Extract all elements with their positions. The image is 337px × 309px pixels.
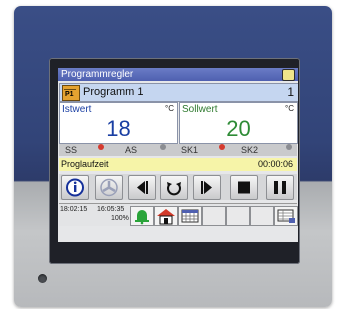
fan-button[interactable]: [95, 175, 123, 200]
step-forward-button[interactable]: [193, 175, 221, 200]
alarm-button[interactable]: [130, 206, 154, 226]
runtime-bar: Proglaufzeit 00:00:06: [59, 158, 297, 171]
window-title: Programmregler: [61, 69, 134, 80]
stop-icon: [238, 181, 250, 194]
fan-icon: [100, 178, 118, 197]
status-label-sk2: SK2: [241, 145, 259, 155]
home-icon: [157, 209, 175, 225]
status-bar: SS AS SK1 SK2: [59, 144, 297, 156]
home-button[interactable]: [154, 206, 178, 226]
status-led-ss: [98, 144, 104, 150]
program-selector[interactable]: P1 Programm 1 1: [59, 83, 298, 102]
power-percent: 100%: [111, 215, 129, 222]
setpoint-unit: °C: [285, 104, 294, 113]
sensor-lens: [38, 274, 47, 283]
log-table-icon: [277, 209, 295, 223]
program-number: 1: [287, 85, 294, 99]
status-label-ss: SS: [65, 145, 78, 155]
step-back-button[interactable]: [128, 175, 156, 200]
setpoint-panel[interactable]: Sollwert °C 20: [179, 102, 298, 144]
status-label-as: AS: [125, 145, 138, 155]
footer-bar: 18:02:15 16:05:35 100%: [59, 203, 298, 226]
runtime-value: 00:00:06: [257, 159, 293, 169]
actual-value-unit: °C: [165, 104, 174, 113]
actual-value-panel: Istwert °C 18: [59, 102, 178, 144]
calendar-icon: [181, 209, 199, 223]
empty-slot: [226, 206, 250, 226]
step-back-icon: [137, 181, 148, 194]
calendar-button[interactable]: [178, 206, 202, 226]
cycle-icon: [167, 182, 181, 196]
stop-button[interactable]: [230, 175, 258, 200]
status-led-as: [160, 144, 166, 150]
window-menu-icon[interactable]: [282, 69, 295, 81]
process-time: 16:05:35: [97, 206, 125, 213]
setpoint-value: 20: [226, 116, 251, 141]
bell-icon: [135, 210, 149, 225]
info-button[interactable]: [61, 175, 89, 200]
program-label: Programm 1: [83, 86, 144, 98]
empty-slot: [202, 206, 226, 226]
setpoint-label: Sollwert: [182, 104, 218, 115]
runtime-label: Proglaufzeit: [61, 159, 109, 169]
status-led-sk1: [219, 144, 225, 150]
clock-time: 18:02:15: [60, 206, 88, 213]
step-forward-icon: [201, 181, 212, 194]
actual-value-label: Istwert: [62, 104, 92, 115]
control-toolbar: [59, 174, 297, 200]
log-button[interactable]: [274, 206, 298, 226]
status-label-sk1: SK1: [181, 145, 199, 155]
actual-value: 18: [106, 116, 131, 141]
cycle-button[interactable]: [160, 175, 188, 200]
pause-button[interactable]: [266, 175, 294, 200]
pause-icon: [274, 181, 286, 194]
program-badge-icon: P1: [62, 85, 80, 101]
status-led-sk2: [286, 144, 292, 150]
touch-screen: Programmregler P1 Programm 1 1 Istwert °…: [58, 68, 298, 242]
empty-slot: [250, 206, 274, 226]
info-icon: [66, 178, 84, 197]
title-bar: Programmregler: [58, 68, 298, 81]
